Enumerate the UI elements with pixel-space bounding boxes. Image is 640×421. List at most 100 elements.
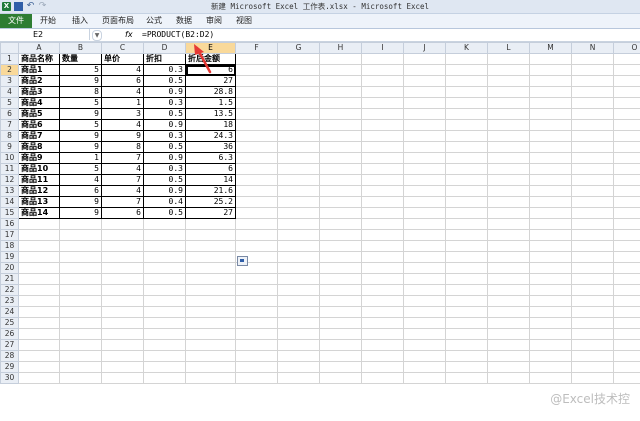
cell-j15[interactable] bbox=[403, 207, 446, 219]
cell-i11[interactable] bbox=[361, 163, 404, 175]
tab-review[interactable]: 审阅 bbox=[206, 14, 222, 28]
cell-h25[interactable] bbox=[319, 317, 362, 329]
cell-j8[interactable] bbox=[403, 130, 446, 142]
cell-i25[interactable] bbox=[361, 317, 404, 329]
cell-j27[interactable] bbox=[403, 339, 446, 351]
cell-l12[interactable] bbox=[487, 174, 530, 186]
cell-l19[interactable] bbox=[487, 251, 530, 263]
cell-e5[interactable]: 1.5 bbox=[185, 97, 236, 109]
cell-b5[interactable]: 5 bbox=[59, 97, 102, 109]
cell-i2[interactable] bbox=[361, 64, 404, 76]
cell-e10[interactable]: 6.3 bbox=[185, 152, 236, 164]
column-header-g[interactable]: G bbox=[277, 42, 320, 54]
cell-f1[interactable] bbox=[235, 53, 278, 65]
cell-c10[interactable]: 7 bbox=[101, 152, 144, 164]
cell-l10[interactable] bbox=[487, 152, 530, 164]
cell-a28[interactable] bbox=[18, 350, 60, 362]
cell-l27[interactable] bbox=[487, 339, 530, 351]
cell-a17[interactable] bbox=[18, 229, 60, 241]
cell-n4[interactable] bbox=[571, 86, 614, 98]
cell-c25[interactable] bbox=[101, 317, 144, 329]
cell-o18[interactable] bbox=[613, 240, 640, 252]
cell-g2[interactable] bbox=[277, 64, 320, 76]
cell-l7[interactable] bbox=[487, 119, 530, 131]
cell-e25[interactable] bbox=[185, 317, 236, 329]
cell-m14[interactable] bbox=[529, 196, 572, 208]
cell-f30[interactable] bbox=[235, 372, 278, 384]
cell-o30[interactable] bbox=[613, 372, 640, 384]
cell-m5[interactable] bbox=[529, 97, 572, 109]
cell-h8[interactable] bbox=[319, 130, 362, 142]
cell-k16[interactable] bbox=[445, 218, 488, 230]
cell-a7[interactable]: 商品6 bbox=[18, 119, 60, 131]
cell-l13[interactable] bbox=[487, 185, 530, 197]
column-header-l[interactable]: L bbox=[487, 42, 530, 54]
cell-d27[interactable] bbox=[143, 339, 186, 351]
cell-h17[interactable] bbox=[319, 229, 362, 241]
cell-g11[interactable] bbox=[277, 163, 320, 175]
cell-f8[interactable] bbox=[235, 130, 278, 142]
cell-l18[interactable] bbox=[487, 240, 530, 252]
cell-n1[interactable] bbox=[571, 53, 614, 65]
cell-j7[interactable] bbox=[403, 119, 446, 131]
cell-l25[interactable] bbox=[487, 317, 530, 329]
cell-h1[interactable] bbox=[319, 53, 362, 65]
cell-c21[interactable] bbox=[101, 273, 144, 285]
cell-k9[interactable] bbox=[445, 141, 488, 153]
cell-o22[interactable] bbox=[613, 284, 640, 296]
cell-a14[interactable]: 商品13 bbox=[18, 196, 60, 208]
cell-f16[interactable] bbox=[235, 218, 278, 230]
cell-j12[interactable] bbox=[403, 174, 446, 186]
cell-d12[interactable]: 0.5 bbox=[143, 174, 186, 186]
cell-l2[interactable] bbox=[487, 64, 530, 76]
cell-j24[interactable] bbox=[403, 306, 446, 318]
cell-l14[interactable] bbox=[487, 196, 530, 208]
cell-o17[interactable] bbox=[613, 229, 640, 241]
cell-g6[interactable] bbox=[277, 108, 320, 120]
row-header[interactable]: 5 bbox=[0, 97, 19, 109]
row-header[interactable]: 29 bbox=[0, 361, 19, 373]
cell-i12[interactable] bbox=[361, 174, 404, 186]
cell-m12[interactable] bbox=[529, 174, 572, 186]
cell-d13[interactable]: 0.9 bbox=[143, 185, 186, 197]
cell-j11[interactable] bbox=[403, 163, 446, 175]
cell-d3[interactable]: 0.5 bbox=[143, 75, 186, 87]
cell-d2[interactable]: 0.3 bbox=[143, 64, 186, 76]
cell-a4[interactable]: 商品3 bbox=[18, 86, 60, 98]
row-header[interactable]: 3 bbox=[0, 75, 19, 87]
cell-d28[interactable] bbox=[143, 350, 186, 362]
formula-input[interactable]: =PRODUCT(B2:D2) bbox=[142, 29, 214, 40]
cell-h19[interactable] bbox=[319, 251, 362, 263]
cell-n17[interactable] bbox=[571, 229, 614, 241]
cell-c29[interactable] bbox=[101, 361, 144, 373]
cell-o11[interactable] bbox=[613, 163, 640, 175]
cell-c6[interactable]: 3 bbox=[101, 108, 144, 120]
cell-n8[interactable] bbox=[571, 130, 614, 142]
cell-n5[interactable] bbox=[571, 97, 614, 109]
cell-d23[interactable] bbox=[143, 295, 186, 307]
cell-m17[interactable] bbox=[529, 229, 572, 241]
cell-a26[interactable] bbox=[18, 328, 60, 340]
cell-m11[interactable] bbox=[529, 163, 572, 175]
cell-o19[interactable] bbox=[613, 251, 640, 263]
cell-j3[interactable] bbox=[403, 75, 446, 87]
cell-d30[interactable] bbox=[143, 372, 186, 384]
cell-m22[interactable] bbox=[529, 284, 572, 296]
cell-f25[interactable] bbox=[235, 317, 278, 329]
column-header-o[interactable]: O bbox=[613, 42, 640, 54]
cell-k28[interactable] bbox=[445, 350, 488, 362]
cell-c18[interactable] bbox=[101, 240, 144, 252]
column-header-m[interactable]: M bbox=[529, 42, 572, 54]
autofill-options-icon[interactable] bbox=[237, 256, 248, 266]
cell-b11[interactable]: 5 bbox=[59, 163, 102, 175]
cell-k6[interactable] bbox=[445, 108, 488, 120]
cell-c3[interactable]: 6 bbox=[101, 75, 144, 87]
cell-o29[interactable] bbox=[613, 361, 640, 373]
cell-a2[interactable]: 商品1 bbox=[18, 64, 60, 76]
row-header[interactable]: 20 bbox=[0, 262, 19, 274]
cell-j26[interactable] bbox=[403, 328, 446, 340]
cell-d11[interactable]: 0.3 bbox=[143, 163, 186, 175]
cell-i24[interactable] bbox=[361, 306, 404, 318]
cell-f2[interactable] bbox=[235, 64, 278, 76]
cell-g26[interactable] bbox=[277, 328, 320, 340]
